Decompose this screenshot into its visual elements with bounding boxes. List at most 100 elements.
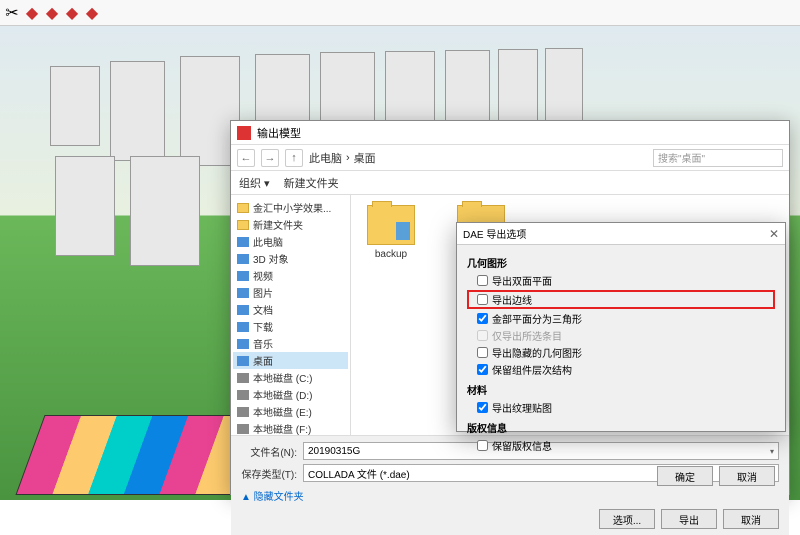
option-row[interactable]: 导出双面平面 <box>467 272 775 289</box>
option-checkbox <box>477 330 488 341</box>
tool-ruby2-icon[interactable]: ◆ <box>44 5 60 21</box>
building-model <box>498 49 538 131</box>
dialog-nav: ← → ↑ 此电脑 › 桌面 搜索"桌面" <box>231 145 789 171</box>
close-icon[interactable]: ✕ <box>769 227 779 241</box>
blue-icon <box>237 339 249 349</box>
building-model <box>130 156 200 266</box>
drive-icon <box>237 424 249 434</box>
option-row[interactable]: 导出纹理贴图 <box>467 399 775 416</box>
tree-item-label: 桌面 <box>253 353 273 368</box>
tool-ruby4-icon[interactable]: ◆ <box>84 5 100 21</box>
option-checkbox[interactable] <box>477 364 488 375</box>
option-checkbox[interactable] <box>477 294 488 305</box>
option-checkbox[interactable] <box>477 313 488 324</box>
tree-item-label: 本地磁盘 (F:) <box>253 421 311 435</box>
tree-item-label: 此电脑 <box>253 234 283 249</box>
ok-button[interactable]: 确定 <box>657 466 713 486</box>
option-checkbox[interactable] <box>477 347 488 358</box>
cancel-button[interactable]: 取消 <box>723 509 779 529</box>
option-checkbox[interactable] <box>477 402 488 413</box>
tree-item[interactable]: 图片 <box>233 284 348 301</box>
new-folder-button[interactable]: 新建文件夹 <box>284 175 339 191</box>
drive-icon <box>237 373 249 383</box>
nav-up-button[interactable]: ↑ <box>285 149 303 167</box>
dae-options-dialog: DAE 导出选项 ✕ 几何图形导出双面平面导出边线金部平面分为三角形仅导出所选条… <box>456 222 786 432</box>
blue-icon <box>237 322 249 332</box>
drive-icon <box>237 407 249 417</box>
organize-button[interactable]: 组织 ▾ <box>239 175 270 191</box>
tree-item[interactable]: 此电脑 <box>233 233 348 250</box>
tree-item[interactable]: 金汇中小学效果... <box>233 199 348 216</box>
savetype-label: 保存类型(T): <box>241 466 297 481</box>
dialog-title-text: 输出模型 <box>257 125 301 141</box>
option-row[interactable]: 导出边线 <box>467 290 775 309</box>
folder-icon <box>237 203 249 213</box>
option-label: 仅导出所选条目 <box>492 328 562 343</box>
tree-item[interactable]: 视频 <box>233 267 348 284</box>
option-checkbox[interactable] <box>477 440 488 451</box>
crumb-loc[interactable]: 桌面 <box>354 150 376 166</box>
option-row[interactable]: 保留版权信息 <box>467 437 775 454</box>
blue-icon <box>237 271 249 281</box>
tree-item-label: 新建文件夹 <box>253 217 303 232</box>
options-title-text: DAE 导出选项 <box>463 226 526 241</box>
tree-item[interactable]: 本地磁盘 (C:) <box>233 369 348 386</box>
nav-back-button[interactable]: ← <box>237 149 255 167</box>
tree-item[interactable]: 桌面 <box>233 352 348 369</box>
tool-ruby1-icon[interactable]: ◆ <box>24 5 40 21</box>
option-label: 导出边线 <box>492 292 532 307</box>
file-item[interactable]: backup <box>361 205 421 260</box>
crumb-sep-icon: › <box>346 152 350 164</box>
tree-item-label: 视频 <box>253 268 273 283</box>
blue-icon <box>237 288 249 298</box>
tree-item[interactable]: 3D 对象 <box>233 250 348 267</box>
tree-item[interactable]: 音乐 <box>233 335 348 352</box>
options-body: 几何图形导出双面平面导出边线金部平面分为三角形仅导出所选条目导出隐藏的几何图形保… <box>457 245 785 460</box>
tree-item[interactable]: 文档 <box>233 301 348 318</box>
tree-item[interactable]: 新建文件夹 <box>233 216 348 233</box>
blue-icon <box>237 356 249 366</box>
option-row: 仅导出所选条目 <box>467 327 775 344</box>
section-header: 几何图形 <box>467 255 775 270</box>
option-label: 金部平面分为三角形 <box>492 311 582 326</box>
tree-item[interactable]: 下载 <box>233 318 348 335</box>
export-button[interactable]: 导出 <box>661 509 717 529</box>
main-toolbar: ✂ ◆ ◆ ◆ ◆ <box>0 0 800 26</box>
pc-icon <box>237 237 249 247</box>
crumb-pc[interactable]: 此电脑 <box>309 150 342 166</box>
folder-tree[interactable]: 金汇中小学效果... 新建文件夹此电脑 3D 对象视频图片文档下载音乐桌面本地磁盘 … <box>231 195 351 435</box>
search-input[interactable]: 搜索"桌面" <box>653 149 783 167</box>
options-titlebar[interactable]: DAE 导出选项 ✕ <box>457 223 785 245</box>
nav-forward-button[interactable]: → <box>261 149 279 167</box>
breadcrumb[interactable]: 此电脑 › 桌面 <box>309 150 647 166</box>
options-cancel-button[interactable]: 取消 <box>719 466 775 486</box>
tree-item-label: 图片 <box>253 285 273 300</box>
folder-icon <box>367 205 415 245</box>
option-label: 导出纹理贴图 <box>492 400 552 415</box>
option-row[interactable]: 保留组件层次结构 <box>467 361 775 378</box>
option-row[interactable]: 导出隐藏的几何图形 <box>467 344 775 361</box>
option-checkbox[interactable] <box>477 275 488 286</box>
tree-item[interactable]: 本地磁盘 (D:) <box>233 386 348 403</box>
tool-scissors-icon[interactable]: ✂ <box>4 5 20 21</box>
option-label: 导出双面平面 <box>492 273 552 288</box>
filename-value: 20190315G <box>308 446 360 457</box>
building-model <box>545 48 583 124</box>
dialog-toolbar: 组织 ▾ 新建文件夹 <box>231 171 789 195</box>
tree-item[interactable]: 本地磁盘 (E:) <box>233 403 348 420</box>
tree-item-label: 3D 对象 <box>253 251 289 266</box>
tree-item-label: 本地磁盘 (C:) <box>253 370 312 385</box>
folder-icon <box>237 220 249 230</box>
dialog-titlebar[interactable]: 输出模型 <box>231 121 789 145</box>
option-row[interactable]: 金部平面分为三角形 <box>467 310 775 327</box>
tree-item-label: 金汇中小学效果... <box>253 200 331 215</box>
tree-item-label: 本地磁盘 (D:) <box>253 387 312 402</box>
option-label: 导出隐藏的几何图形 <box>492 345 582 360</box>
tool-ruby3-icon[interactable]: ◆ <box>64 5 80 21</box>
tree-item-label: 下载 <box>253 319 273 334</box>
options-button[interactable]: 选项... <box>599 509 655 529</box>
section-header: 版权信息 <box>467 420 775 435</box>
tree-item[interactable]: 本地磁盘 (F:) <box>233 420 348 435</box>
building-model <box>50 66 100 146</box>
file-label: backup <box>361 249 421 260</box>
